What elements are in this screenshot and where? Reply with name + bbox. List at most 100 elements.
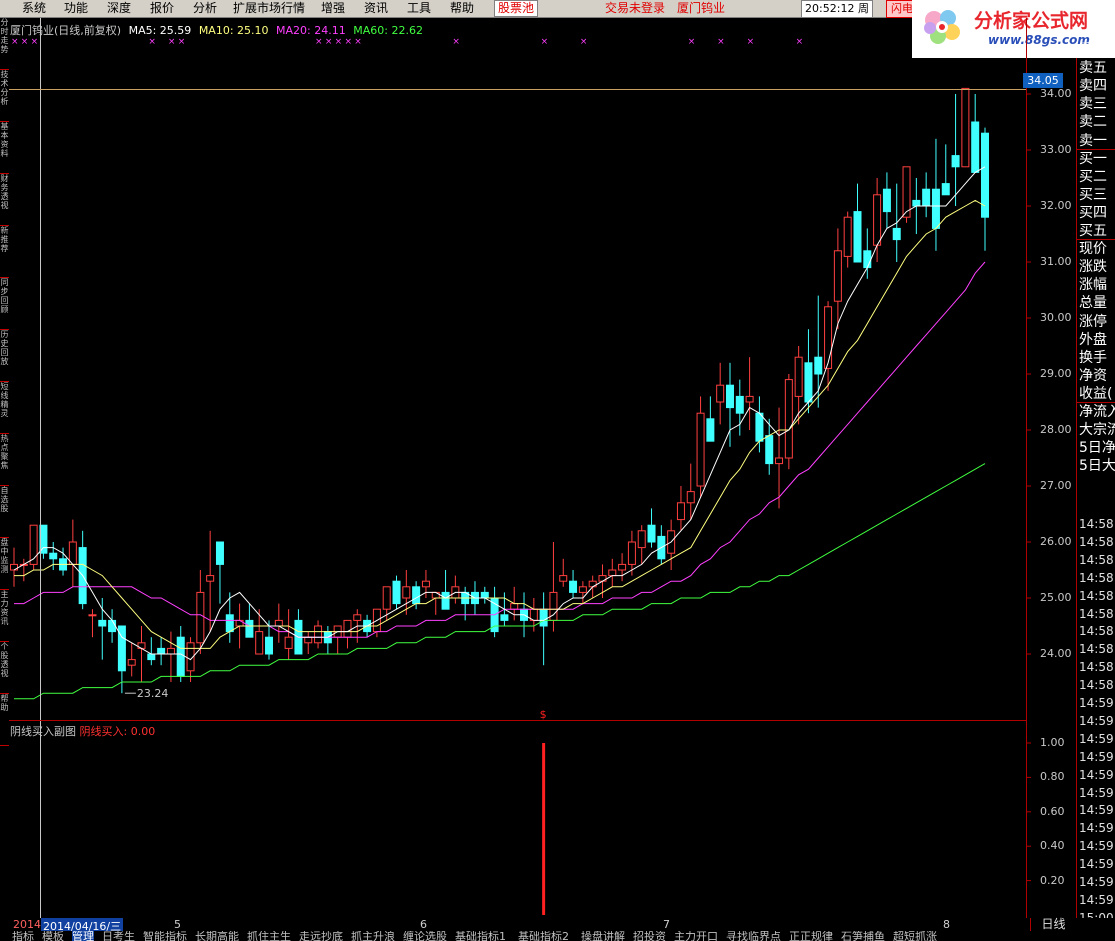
month-label-5: 5 (174, 918, 181, 931)
chart-canvas[interactable]: 23.24× × × × × × × × × × × × × × × × × ×$ (0, 0, 1115, 941)
indicator-axis-label: 0.20 (1040, 873, 1065, 887)
tick-time: 14:58 (1079, 552, 1114, 567)
quote-label: 涨幅 (1079, 277, 1107, 294)
candle-body-8 (88, 614, 97, 617)
tick-time: 14:58 (1079, 678, 1114, 693)
top-marker-6: × (315, 37, 323, 47)
price-axis-label: 31.00 (1040, 255, 1072, 268)
top-marker-5: × (178, 37, 186, 47)
candle-body-84 (833, 250, 842, 302)
candle-body-79 (784, 379, 793, 459)
candle-body-68 (676, 502, 685, 521)
candle-body-15 (157, 647, 166, 655)
bottom-tab[interactable]: 主力开口 (674, 931, 718, 941)
bottom-tab[interactable]: 基础指标1 (455, 931, 506, 941)
tick-time: 14:58 (1079, 642, 1114, 657)
candle-body-83 (824, 306, 833, 369)
candle-body-85 (843, 216, 852, 257)
crosshair-horizontal (9, 89, 1026, 90)
candle-body-30 (304, 636, 313, 644)
tick-time: 14:58 (1079, 606, 1114, 621)
bottom-tab[interactable]: 基础指标2 (518, 931, 569, 941)
bottom-tab[interactable]: 正正规律 (789, 931, 833, 941)
ma60-line (14, 463, 986, 700)
candle-body-39 (392, 580, 401, 605)
price-axis-label: 30.00 (1040, 311, 1072, 324)
top-marker-12: × (541, 37, 549, 47)
axis-divider (1026, 18, 1027, 918)
candle-body-40 (402, 586, 411, 599)
bottom-tab[interactable]: 操盘讲解 (581, 931, 625, 941)
candle-body-96 (951, 155, 960, 168)
top-marker-9: × (344, 37, 352, 47)
tick-time: 14:59 (1079, 696, 1114, 710)
candle-body-76 (755, 412, 764, 442)
pane-divider (9, 720, 1026, 721)
candle-body-62 (618, 563, 627, 571)
candle-body-78 (775, 457, 784, 465)
top-marker-4: × (168, 37, 176, 47)
price-axis-label: 27.00 (1040, 479, 1072, 492)
candle-body-38 (382, 586, 391, 610)
candle-body-34 (343, 619, 352, 638)
candle-body-42 (421, 580, 430, 588)
bottom-tab[interactable]: 日考生 (102, 931, 135, 941)
top-marker-1: × (21, 37, 29, 47)
top-marker-14: × (688, 37, 696, 47)
top-marker-13: × (580, 37, 588, 47)
candle-body-61 (608, 569, 617, 577)
period-selector[interactable]: 日线 (1030, 918, 1076, 931)
chart-header: 厦门钨业(日线,前复权) MA5: 25.59 MA10: 25.10 MA20… (10, 22, 427, 38)
tick-time: 14:58 (1079, 570, 1114, 585)
candle-body-12 (127, 659, 136, 666)
bottom-tab-strip: 指标 模板 管理 日考生 智能指标 长期高能 抓住主生 走远抄底 抓主升浪 缠论选股 基础指标1 基础… (0, 931, 1115, 941)
candle-body-81 (804, 362, 813, 403)
bottom-tab[interactable]: 智能指标 (143, 931, 187, 941)
price-axis-label: 25.00 (1040, 591, 1072, 604)
candle-body-10 (108, 619, 117, 633)
candle-body-51 (510, 603, 519, 610)
quote-label: 总量 (1079, 295, 1107, 312)
quote-label: 大宗流 (1079, 422, 1115, 439)
candle-body-70 (696, 412, 705, 487)
bottom-tab[interactable]: 模板 (42, 931, 64, 941)
candle-body-87 (863, 250, 872, 269)
candle-body-90 (892, 227, 901, 241)
tick-time: 14:58 (1079, 660, 1114, 675)
ma20-line (14, 261, 986, 638)
candle-body-4 (49, 552, 58, 560)
tick-time: 14:59 (1079, 875, 1114, 889)
top-marker-2: × (31, 37, 39, 47)
tick-time: 14:59 (1079, 749, 1114, 764)
tick-time: 14:58 (1079, 517, 1114, 531)
bottom-tab[interactable]: 缠论选股 (403, 931, 447, 941)
quote-label: 涨跌 (1079, 259, 1107, 276)
bottom-tab[interactable]: 走远抄底 (299, 931, 343, 941)
candle-body-41 (412, 586, 421, 605)
candle-body-9 (98, 619, 107, 627)
bottom-tab[interactable]: 石笋捕鱼 (841, 931, 885, 941)
candle-body-44 (441, 591, 450, 610)
quote-label: 卖一 (1079, 132, 1107, 149)
indicator-name: 阴线买入副图 (10, 725, 76, 738)
ma10-value: MA10: 25.10 (198, 24, 269, 37)
bottom-tab[interactable]: 长期高能 (195, 931, 239, 941)
bottom-tab[interactable]: 招投资 (633, 931, 666, 941)
bottom-tab[interactable]: 管理 (72, 931, 94, 941)
tick-time: 14:58 (1079, 534, 1114, 549)
tick-time: 14:58 (1079, 588, 1114, 603)
bottom-tab[interactable]: 超短抓涨 (893, 931, 937, 941)
chart-title: 厦门钨业(日线,前复权) (10, 24, 122, 37)
bottom-tab[interactable]: 寻找临界点 (726, 931, 781, 941)
candle-body-77 (765, 435, 774, 465)
crosshair-vertical (40, 18, 41, 918)
top-marker-16: × (747, 37, 755, 47)
candle-body-25 (255, 631, 264, 655)
bottom-tab[interactable]: 指标 (12, 931, 34, 941)
indicator-header: 阴线买入副图 阴线买入: 0.00 (10, 723, 155, 739)
price-axis-label: 33.00 (1040, 143, 1072, 156)
tick-time: 14:59 (1079, 892, 1114, 907)
candle-body-71 (706, 418, 715, 442)
bottom-tab[interactable]: 抓住主生 (247, 931, 291, 941)
bottom-tab[interactable]: 抓主升浪 (351, 931, 395, 941)
